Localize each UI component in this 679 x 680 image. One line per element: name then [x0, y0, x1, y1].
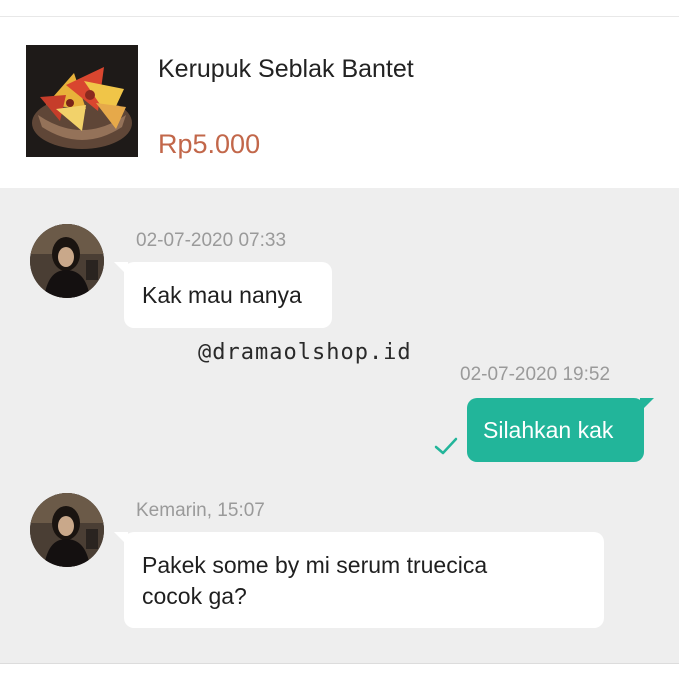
- checkmark-icon: [434, 436, 458, 461]
- product-title[interactable]: Kerupuk Seblak Bantet: [158, 55, 414, 84]
- chat-area[interactable]: 02-07-2020 07:33 Kak mau nanya @dramaols…: [0, 188, 679, 663]
- user-avatar[interactable]: [30, 224, 104, 298]
- bottom-divider: [0, 663, 679, 680]
- product-card[interactable]: Kerupuk Seblak Bantet Rp5.000: [0, 16, 679, 189]
- message-text: Silahkan kak: [483, 417, 614, 443]
- message-timestamp: Kemarin, 15:07: [136, 500, 265, 521]
- product-thumbnail: [26, 45, 138, 157]
- message-timestamp: 02-07-2020 07:33: [136, 230, 287, 251]
- message-text-line: cocok ga?: [142, 583, 247, 609]
- outgoing-message-bubble[interactable]: Silahkan kak: [467, 398, 654, 462]
- product-price: Rp5.000: [158, 129, 261, 159]
- message-timestamp: 02-07-2020 19:52: [460, 364, 611, 385]
- incoming-message-bubble[interactable]: Kak mau nanya: [114, 262, 332, 328]
- watermark: @dramaolshop.id: [198, 340, 412, 365]
- message-text: Kak mau nanya: [142, 282, 302, 308]
- user-avatar[interactable]: [30, 493, 104, 567]
- message-text-line: Pakek some by mi serum truecica: [142, 552, 488, 578]
- incoming-message-bubble[interactable]: Pakek some by mi serum truecica cocok ga…: [114, 532, 604, 628]
